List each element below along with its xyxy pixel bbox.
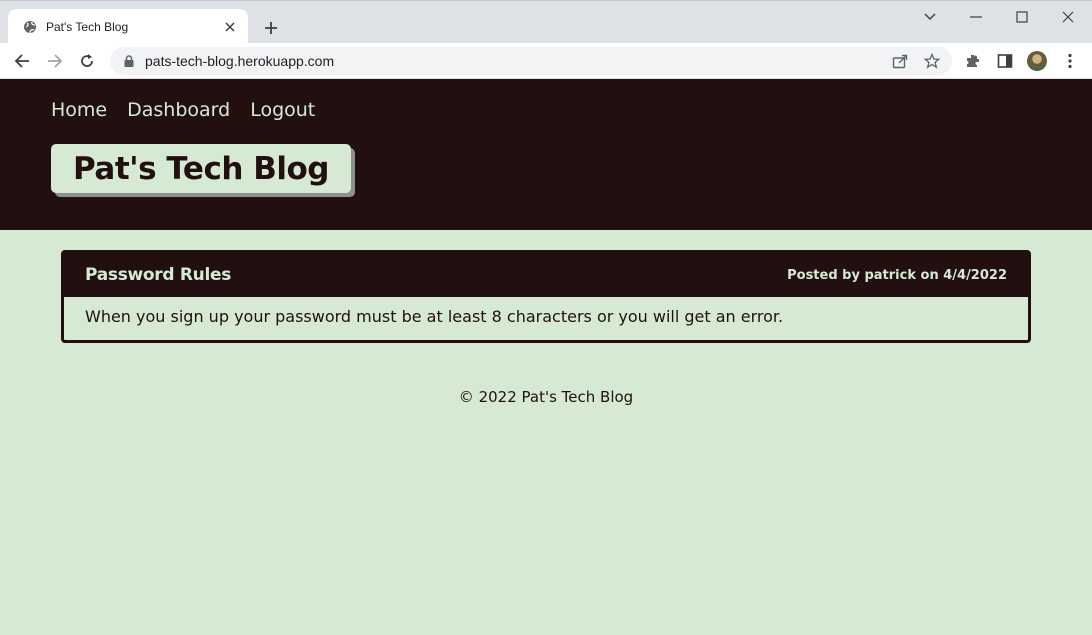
url-text: pats-tech-blog.herokuapp.com	[145, 53, 335, 69]
bookmark-star-icon[interactable]	[922, 51, 942, 71]
nav-dashboard-link[interactable]: Dashboard	[127, 99, 230, 121]
reload-icon[interactable]	[74, 48, 100, 74]
more-menu-icon[interactable]	[1057, 48, 1083, 74]
post-title[interactable]: Password Rules	[85, 265, 231, 285]
site-header: Home Dashboard Logout Pat's Tech Blog	[0, 79, 1092, 230]
browser-tab[interactable]: Pat's Tech Blog	[8, 9, 248, 44]
minimize-icon[interactable]	[953, 5, 999, 29]
post-card: Password Rules Posted by patrick on 4/4/…	[61, 250, 1031, 343]
tab-title: Pat's Tech Blog	[46, 19, 129, 34]
maximize-icon[interactable]	[999, 5, 1045, 29]
browser-tabstrip: Pat's Tech Blog	[0, 0, 1092, 44]
forward-icon[interactable]	[42, 48, 68, 74]
share-icon[interactable]	[890, 51, 910, 71]
close-window-icon[interactable]	[1045, 5, 1091, 29]
post-header: Password Rules Posted by patrick on 4/4/…	[64, 253, 1028, 297]
back-icon[interactable]	[9, 48, 35, 74]
browser-toolbar: pats-tech-blog.herokuapp.com	[0, 43, 1092, 79]
globe-icon	[22, 19, 38, 35]
new-tab-button[interactable]	[258, 15, 284, 41]
site-title: Pat's Tech Blog	[73, 150, 329, 187]
main-nav: Home Dashboard Logout	[51, 99, 315, 121]
extensions-icon[interactable]	[960, 48, 986, 74]
post-meta: Posted by patrick on 4/4/2022	[787, 267, 1007, 283]
tab-search-icon[interactable]	[907, 5, 953, 29]
post-body: When you sign up your password must be a…	[85, 307, 784, 326]
address-bar[interactable]: pats-tech-blog.herokuapp.com	[110, 47, 952, 75]
profile-avatar[interactable]	[1027, 51, 1047, 71]
nav-logout-link[interactable]: Logout	[250, 99, 315, 121]
site-footer: © 2022 Pat's Tech Blog	[458, 388, 634, 406]
lock-icon[interactable]	[122, 54, 136, 68]
site-title-box: Pat's Tech Blog	[51, 144, 351, 193]
nav-home-link[interactable]: Home	[51, 99, 107, 121]
close-tab-icon[interactable]	[222, 19, 238, 35]
side-panel-icon[interactable]	[992, 48, 1018, 74]
